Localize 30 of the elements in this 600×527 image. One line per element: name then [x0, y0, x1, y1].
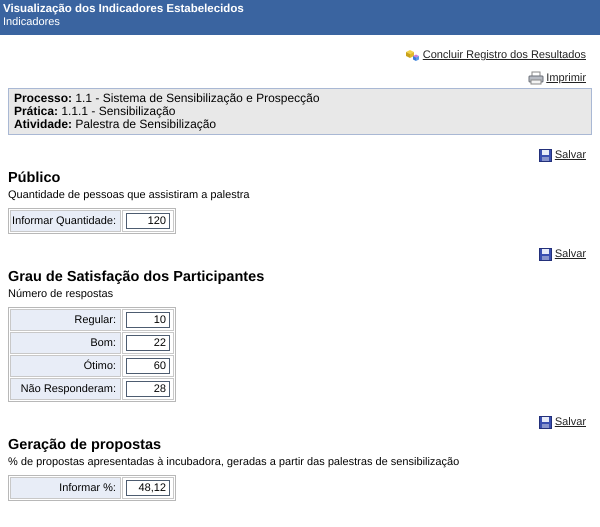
info-line: Prática: 1.1.1 - Sensibilização: [14, 105, 176, 118]
save-link[interactable]: Salvar: [538, 148, 586, 162]
value-field[interactable]: 28: [126, 381, 170, 397]
field-label: Informar Quantidade:: [10, 210, 121, 232]
value-field[interactable]: 10: [126, 312, 170, 328]
section-description: % de propostas apresentadas à incubadora, geradas a partir das palestras de sensibilização: [8, 456, 460, 469]
field-label: Não Responderam:: [10, 378, 121, 400]
info-line: Processo: 1.1 - Sistema de Sensibilização e Prospecção: [14, 92, 320, 105]
value-field[interactable]: 22: [126, 335, 170, 351]
section-description: Quantidade de pessoas que assistiram a palestra: [8, 189, 251, 202]
field-label: Informar %:: [10, 477, 121, 499]
page-title: Visualização dos Indicadores Estabelecidos: [3, 3, 245, 16]
section-title: Grau de Satisfação dos Participantes: [8, 268, 266, 286]
field-label: Bom:: [10, 332, 121, 354]
print-link[interactable]: Imprimir: [528, 71, 586, 85]
save-link[interactable]: Salvar: [538, 247, 586, 261]
field-label: Ótimo:: [10, 355, 121, 377]
section-title: Geração de propostas: [8, 436, 162, 454]
cubes-icon: [404, 48, 421, 62]
section-title: Público: [8, 169, 62, 187]
value-field[interactable]: 48,12: [126, 480, 170, 496]
value-field[interactable]: 60: [126, 358, 170, 374]
finish-link[interactable]: Concluir Registro dos Resultados: [404, 48, 586, 62]
save-link[interactable]: Salvar: [538, 415, 586, 429]
info-line: Atividade: Palestra de Sensibilização: [14, 118, 218, 131]
field-label: Regular:: [10, 309, 121, 331]
value-field[interactable]: 120: [126, 213, 170, 229]
section-description: Número de respostas: [8, 288, 114, 301]
page-subtitle: Indicadores: [3, 16, 61, 29]
printer-icon: [528, 71, 544, 85]
